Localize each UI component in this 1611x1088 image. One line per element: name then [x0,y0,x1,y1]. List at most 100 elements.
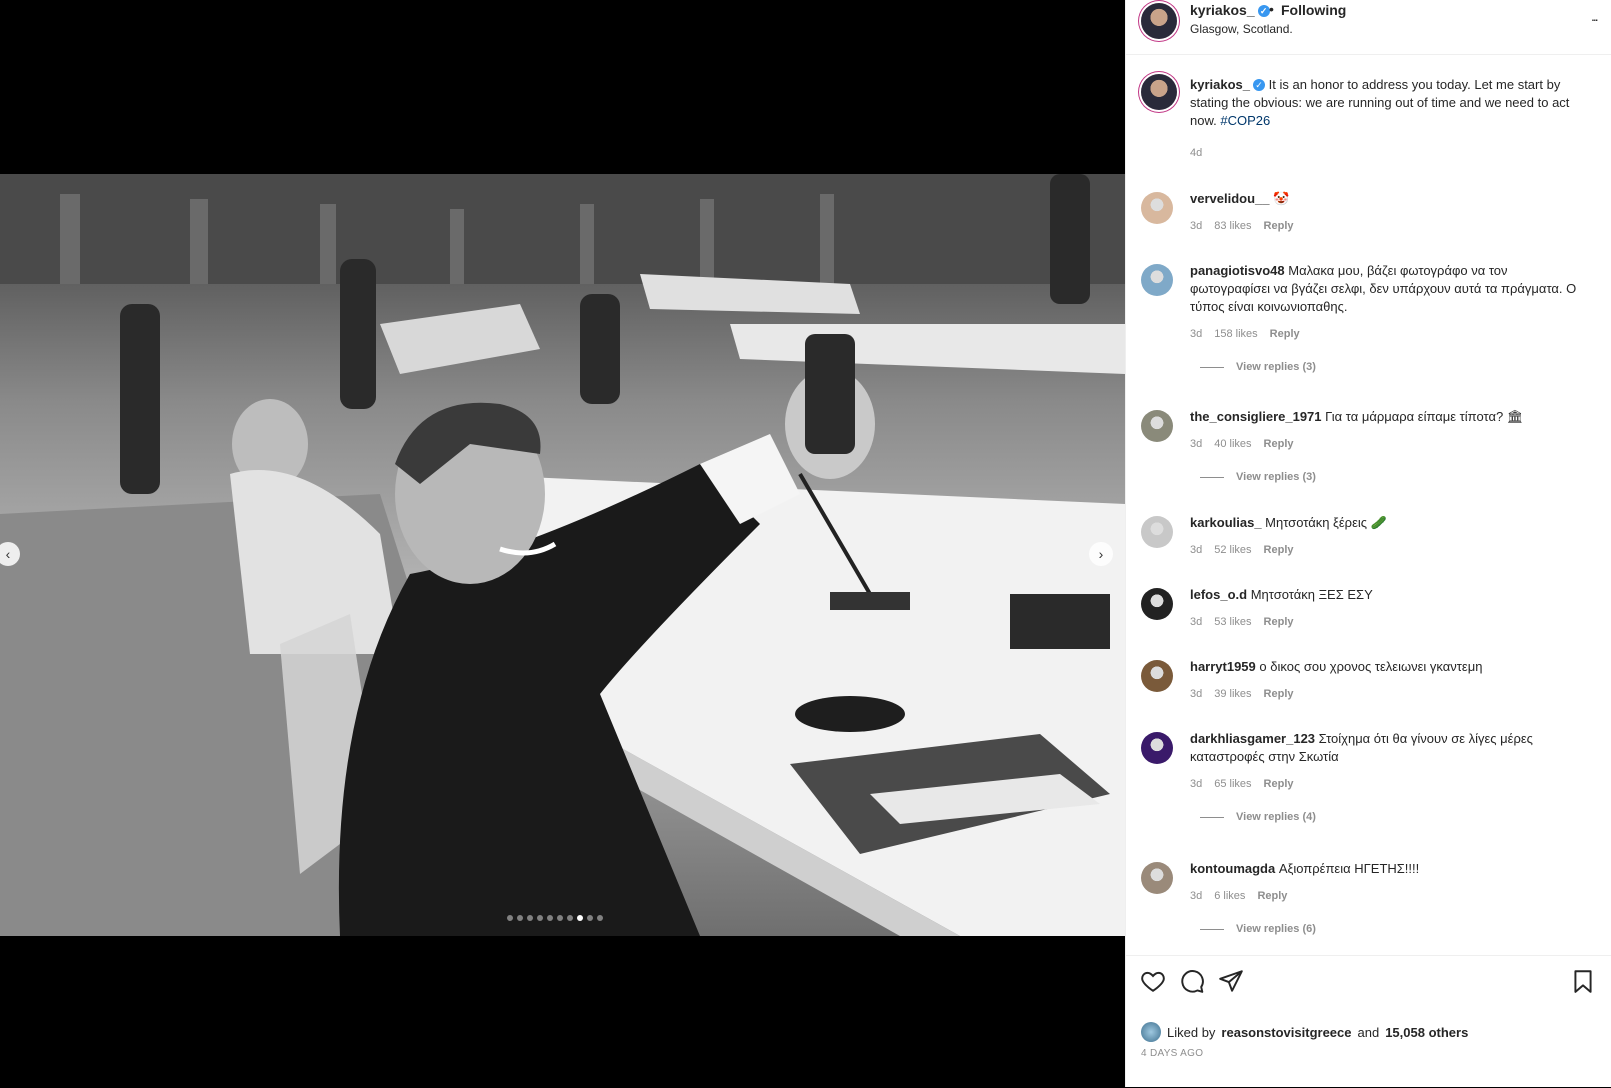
likes-prefix: Liked by [1167,1024,1216,1040]
reply-button[interactable]: Reply [1264,544,1294,556]
liker-username[interactable]: reasonstovisitgreece [1221,1025,1351,1040]
comment-time: 3d [1190,220,1203,232]
paper-plane-icon[interactable] [1218,968,1244,994]
comment-likes-count[interactable]: 53 likes [1214,616,1251,628]
view-replies-label[interactable]: View replies (3) [1236,471,1316,483]
commenter-username[interactable]: vervelidou__ [1190,191,1270,206]
comment-likes-count[interactable]: 39 likes [1214,688,1251,700]
comment-text: Αξιοπρέπεια ΗΓΕΤΗΣ!!!! [1278,861,1420,876]
commenter-avatar[interactable] [1141,410,1173,442]
author-avatar[interactable] [1141,3,1177,39]
commenter-avatar[interactable] [1141,732,1173,764]
caption-text-block: kyriakos_ ✓ It is an honor to address you… [1190,76,1590,130]
commenter-avatar[interactable] [1141,264,1173,296]
comment-time: 3d [1190,328,1203,340]
reply-button[interactable]: Reply [1270,328,1300,340]
replies-divider [1200,476,1224,478]
commenter-username[interactable]: panagiotisvo48 [1190,263,1285,278]
comment-meta: 3d 65 likes Reply [1190,778,1294,790]
comment-time: 3d [1190,890,1203,902]
caption: kyriakos_ ✓ It is an honor to address you… [1126,54,1611,174]
caption-username[interactable]: kyriakos_ [1190,77,1250,92]
comment-text-block: darkhliasgamer_123 Στοίχημα ότι θα γίνου… [1190,730,1590,766]
comment-text: Για τα μάρμαρα είπαμε τίποτα? 🏛 [1325,409,1524,424]
commenter-avatar[interactable] [1141,192,1173,224]
comment-text-block: lefos_o.d Μητσοτάκη ΞΕΣ ΕΣΥ [1190,586,1590,604]
liker-avatar[interactable] [1141,1022,1161,1042]
bookmark-icon[interactable] [1570,968,1596,994]
caption-avatar[interactable] [1141,74,1177,110]
commenter-avatar[interactable] [1141,588,1173,620]
reply-button[interactable]: Reply [1264,616,1294,628]
action-bar: Liked by reasonstovisitgreece and 15,058… [1126,955,1611,1088]
comment-meta: 3d 39 likes Reply [1190,688,1294,700]
carousel-dot [567,915,573,921]
comment-text-block: kontoumagda Αξιοπρέπεια ΗΓΕΤΗΣ!!!! [1190,860,1590,878]
comment-likes-count[interactable]: 52 likes [1214,544,1251,556]
commenter-username[interactable]: harryt1959 [1190,659,1256,674]
next-slide-button[interactable]: › [1089,542,1113,566]
separator-dot: • [1269,1,1274,17]
commenter-username[interactable]: lefos_o.d [1190,587,1247,602]
reply-button[interactable]: Reply [1264,688,1294,700]
reply-button[interactable]: Reply [1264,778,1294,790]
view-replies-button[interactable]: View replies (3) [1200,361,1316,373]
commenter-avatar[interactable] [1141,660,1173,692]
comment-likes-count[interactable]: 83 likes [1214,220,1251,232]
comment-text-block: karkoulias_ Μητσοτάκη ξέρεις 🥒 [1190,514,1590,532]
likes-others-link[interactable]: 15,058 others [1385,1025,1468,1040]
author-username-text[interactable]: kyriakos_ [1190,2,1255,18]
carousel-dot [517,915,523,921]
replies-divider [1200,366,1224,368]
post-location[interactable]: Glasgow, Scotland. [1190,22,1293,36]
more-options-icon[interactable]: ... [1591,8,1599,24]
verified-badge-icon: ✓ [1253,79,1265,91]
comments-list[interactable]: kyriakos_ ✓ It is an honor to address you… [1126,54,1611,954]
chevron-left-icon: ‹ [5,546,11,562]
reply-button[interactable]: Reply [1257,890,1287,902]
hashtag-link[interactable]: #COP26 [1220,113,1270,128]
commenter-username[interactable]: the_consigliere_1971 [1190,409,1322,424]
post-photo[interactable] [0,174,1125,936]
post-media: ‹ › [0,0,1125,1087]
comment-likes-count[interactable]: 158 likes [1214,328,1257,340]
comment-text: Μητσοτάκη ξέρεις 🥒 [1265,515,1387,530]
commenter-avatar[interactable] [1141,516,1173,548]
comment-time: 3d [1190,438,1203,450]
comment-meta: 3d 52 likes Reply [1190,544,1294,556]
view-replies-button[interactable]: View replies (6) [1200,923,1316,935]
comment-meta: 3d 6 likes Reply [1190,890,1287,902]
comment-text-block: panagiotisvo48 Μαλακα μου, βάζει φωτογρά… [1190,262,1590,316]
comment-meta: 3d 40 likes Reply [1190,438,1294,450]
comment-meta: 3d 53 likes Reply [1190,616,1294,628]
comment-text-block: harryt1959 ο δικος σου χρονος τελειωνει … [1190,658,1590,676]
view-replies-label[interactable]: View replies (6) [1236,923,1316,935]
commenter-username[interactable]: kontoumagda [1190,861,1275,876]
commenter-avatar[interactable] [1141,862,1173,894]
commenter-username[interactable]: karkoulias_ [1190,515,1262,530]
comment-likes-count[interactable]: 65 likes [1214,778,1251,790]
reply-button[interactable]: Reply [1264,220,1294,232]
commenter-username[interactable]: darkhliasgamer_123 [1190,731,1315,746]
comment-likes-count[interactable]: 6 likes [1214,890,1245,902]
view-replies-button[interactable]: View replies (4) [1200,811,1316,823]
post-header: kyriakos_ ✓ • Following Glasgow, Scotland… [1126,0,1611,55]
reply-button[interactable]: Reply [1264,438,1294,450]
carousel-dot [587,915,593,921]
caption-time: 4d [1190,147,1203,159]
author-username[interactable]: kyriakos_ ✓ [1190,2,1270,18]
heart-icon[interactable] [1140,968,1166,994]
view-replies-button[interactable]: View replies (3) [1200,471,1316,483]
post-date: 4 DAYS AGO [1141,1048,1204,1059]
view-replies-label[interactable]: View replies (3) [1236,361,1316,373]
comment-icon[interactable] [1179,968,1205,994]
comment-time: 3d [1190,688,1203,700]
carousel-dot [597,915,603,921]
comment-time: 3d [1190,544,1203,556]
view-replies-label[interactable]: View replies (4) [1236,811,1316,823]
following-button[interactable]: Following [1281,2,1346,18]
carousel-dot [577,915,583,921]
chevron-right-icon: › [1098,546,1104,562]
carousel-dot [507,915,513,921]
comment-likes-count[interactable]: 40 likes [1214,438,1251,450]
